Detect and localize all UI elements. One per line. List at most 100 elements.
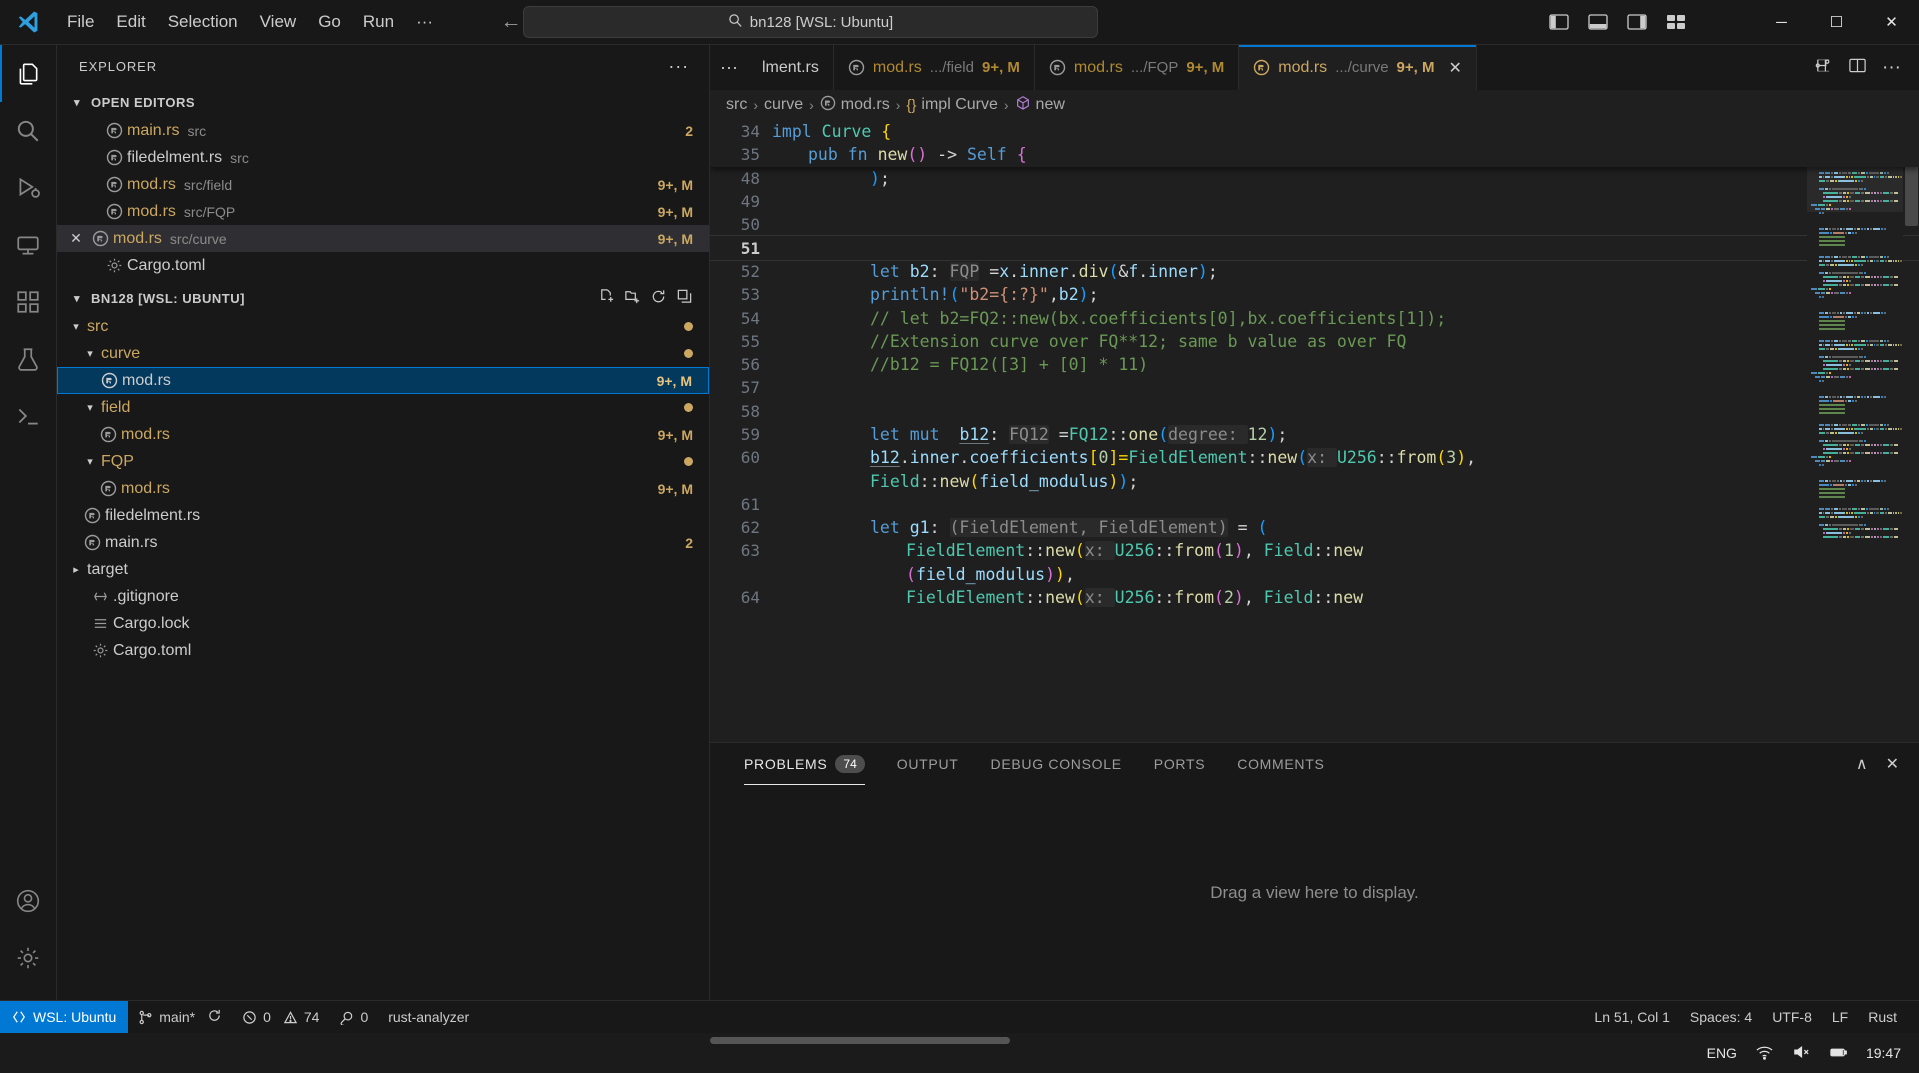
- sidebar-more-actions-icon[interactable]: ···: [660, 56, 697, 77]
- window-controls[interactable]: ─ ☐ ✕: [1754, 0, 1919, 45]
- code-text[interactable]: //b12 = FQ12([3] + [0] * 11): [870, 355, 1919, 374]
- horizontal-scrollbar[interactable]: [710, 1037, 1010, 1044]
- new-folder-icon[interactable]: [624, 288, 641, 308]
- code-text[interactable]: let mut b12: FQ12 =FQ12::one(degree: 12)…: [870, 425, 1919, 444]
- section-workspace[interactable]: ▾ BN128 [WSL: UBUNTU]: [57, 283, 709, 313]
- close-panel-icon[interactable]: ✕: [1886, 754, 1899, 774]
- close-tab-icon[interactable]: ✕: [1448, 58, 1461, 78]
- tree-folder-src[interactable]: ▾ src: [57, 313, 709, 340]
- status-remote-indicator[interactable]: WSL: Ubuntu: [0, 1000, 129, 1034]
- code-text[interactable]: );: [870, 169, 1919, 188]
- keyboard-language-indicator[interactable]: ENG: [1707, 1045, 1737, 1061]
- code-text[interactable]: println!("b2={:?}",b2);: [870, 285, 1919, 304]
- activity-accounts[interactable]: [0, 872, 57, 929]
- open-editor-item[interactable]: main.rs src 2: [57, 117, 709, 144]
- status-ports[interactable]: 0: [329, 1001, 378, 1034]
- code-line[interactable]: 57: [710, 376, 1919, 399]
- menu-run[interactable]: Run: [352, 7, 405, 37]
- editor-tab-filedelment[interactable]: lment.rs: [747, 45, 834, 90]
- menu-bar[interactable]: File Edit Selection View Go Run ···: [56, 7, 444, 37]
- open-editor-item[interactable]: mod.rs src/field 9+, M: [57, 171, 709, 198]
- status-cursor-position[interactable]: Ln 51, Col 1: [1584, 1001, 1680, 1034]
- tree-folder-fqp[interactable]: ▾ FQP: [57, 448, 709, 475]
- breadcrumb-modrs[interactable]: mod.rs: [820, 95, 890, 116]
- code-text[interactable]: FieldElement::new(x: U256::from(2), Fiel…: [906, 588, 1919, 608]
- code-text[interactable]: (field_modulus)),: [906, 565, 1919, 584]
- code-text[interactable]: b12.inner.coefficients[0]=FieldElement::…: [870, 448, 1919, 468]
- status-problems[interactable]: 0 74: [232, 1001, 329, 1034]
- panel-tab-ports[interactable]: PORTS: [1138, 743, 1221, 785]
- open-editor-item[interactable]: filedelment.rs src: [57, 144, 709, 171]
- activity-testing[interactable]: [0, 330, 57, 387]
- code-line[interactable]: 54 // let b2=FQ2::new(bx.coefficients[0],…: [710, 306, 1919, 329]
- refresh-icon[interactable]: [650, 288, 667, 308]
- code-line[interactable]: 34 impl Curve {: [710, 120, 1919, 143]
- collapse-panel-icon[interactable]: ∧: [1856, 754, 1868, 774]
- activity-terminal[interactable]: [0, 387, 57, 444]
- open-editor-item[interactable]: Cargo.toml: [57, 252, 709, 279]
- code-line[interactable]: 58: [710, 400, 1919, 423]
- code-line[interactable]: 61: [710, 493, 1919, 516]
- code-line[interactable]: 59 let mut b12: FQ12 =FQ12::one(degree: 1…: [710, 423, 1919, 446]
- section-open-editors[interactable]: ▾ OPEN EDITORS: [57, 87, 709, 117]
- minimap[interactable]: [1807, 120, 1903, 742]
- tree-folder-curve[interactable]: ▾ curve: [57, 340, 709, 367]
- clock[interactable]: 19:47: [1866, 1045, 1901, 1061]
- status-language-mode[interactable]: Rust: [1858, 1001, 1919, 1034]
- code-line[interactable]: 55 //Extension curve over FQ**12; same b …: [710, 330, 1919, 353]
- editor-tab-fqp-modrs[interactable]: mod.rs .../FQP 9+, M: [1034, 45, 1240, 90]
- menu-edit[interactable]: Edit: [105, 7, 156, 37]
- menu-more[interactable]: ···: [405, 7, 444, 37]
- code-line[interactable]: 64 FieldElement::new(x: U256::from(2), Fi…: [710, 586, 1919, 609]
- code-line[interactable]: 50: [710, 213, 1919, 236]
- status-eol[interactable]: LF: [1822, 1001, 1858, 1034]
- activity-explorer[interactable]: [0, 45, 57, 102]
- status-encoding[interactable]: UTF-8: [1762, 1001, 1822, 1034]
- wifi-icon[interactable]: [1755, 1044, 1774, 1063]
- open-editor-item[interactable]: mod.rs src/FQP 9+, M: [57, 198, 709, 225]
- sticky-scroll[interactable]: 34 impl Curve {35 pub fn new() -> Self {: [710, 120, 1919, 167]
- menu-go[interactable]: Go: [307, 7, 352, 37]
- panel-tab-comments[interactable]: COMMENTS: [1221, 743, 1340, 785]
- toggle-primary-sidebar-icon[interactable]: [1546, 9, 1572, 35]
- tree-file-curve-modrs[interactable]: mod.rs 9+, M: [57, 367, 709, 394]
- editor-tab-field-modrs[interactable]: mod.rs .../field 9+, M: [833, 45, 1035, 90]
- command-center-search[interactable]: bn128 [WSL: Ubuntu]: [523, 6, 1098, 38]
- activity-run-debug[interactable]: [0, 159, 57, 216]
- status-language-server[interactable]: rust-analyzer: [378, 1001, 479, 1034]
- code-line[interactable]: 63 FieldElement::new(x: U256::from(1), Fi…: [710, 539, 1919, 562]
- layout-controls[interactable]: [1546, 9, 1689, 35]
- code-text[interactable]: // let b2=FQ2::new(bx.coefficients[0],bx…: [870, 309, 1919, 328]
- code-line[interactable]: 35 pub fn new() -> Self {: [710, 143, 1919, 166]
- code-text[interactable]: Field::new(field_modulus));: [870, 472, 1919, 491]
- tree-file-fqp-modrs[interactable]: mod.rs 9+, M: [57, 475, 709, 502]
- customize-layout-icon[interactable]: [1663, 9, 1689, 35]
- code-text[interactable]: impl Curve {: [772, 122, 1919, 141]
- breadcrumb-src[interactable]: src: [726, 96, 747, 114]
- tree-file-filedelment[interactable]: filedelment.rs: [57, 502, 709, 529]
- back-arrow-icon[interactable]: ←: [500, 10, 522, 34]
- code-text[interactable]: let g1: (FieldElement, FieldElement) = (: [870, 518, 1919, 538]
- code-text[interactable]: FieldElement::new(x: U256::from(1), Fiel…: [906, 541, 1919, 561]
- tree-folder-field[interactable]: ▾ field: [57, 394, 709, 421]
- tree-file-mainrs[interactable]: main.rs 2: [57, 529, 709, 556]
- menu-file[interactable]: File: [56, 7, 105, 37]
- volume-mute-icon[interactable]: [1792, 1044, 1811, 1063]
- code-text[interactable]: let b2: FQP =x.inner.div(&f.inner);: [870, 261, 1919, 281]
- activity-extensions[interactable]: [0, 273, 57, 330]
- code-line[interactable]: 49: [710, 190, 1919, 213]
- panel-tab-problems[interactable]: PROBLEMS 74: [728, 743, 881, 785]
- tree-file-cargolock[interactable]: Cargo.lock: [57, 610, 709, 637]
- collapse-all-icon[interactable]: [676, 288, 693, 308]
- tabs-overflow-icon[interactable]: ···: [710, 45, 748, 90]
- code-line[interactable]: 62 let g1: (FieldElement, FieldElement) =…: [710, 516, 1919, 539]
- breadcrumb-impl-curve[interactable]: {} impl Curve: [906, 96, 998, 114]
- status-indentation[interactable]: Spaces: 4: [1680, 1001, 1762, 1034]
- panel-tab-debug-console[interactable]: DEBUG CONSOLE: [975, 743, 1138, 785]
- open-editor-item-active[interactable]: ✕ mod.rs src/curve 9+, M: [57, 225, 709, 252]
- split-editor-icon[interactable]: [1814, 56, 1833, 80]
- activity-settings-gear-icon[interactable]: [0, 929, 57, 986]
- code-line[interactable]: 53 println!("b2={:?}",b2);: [710, 283, 1919, 306]
- new-file-icon[interactable]: [598, 288, 615, 308]
- code-line[interactable]: 51: [710, 235, 1919, 261]
